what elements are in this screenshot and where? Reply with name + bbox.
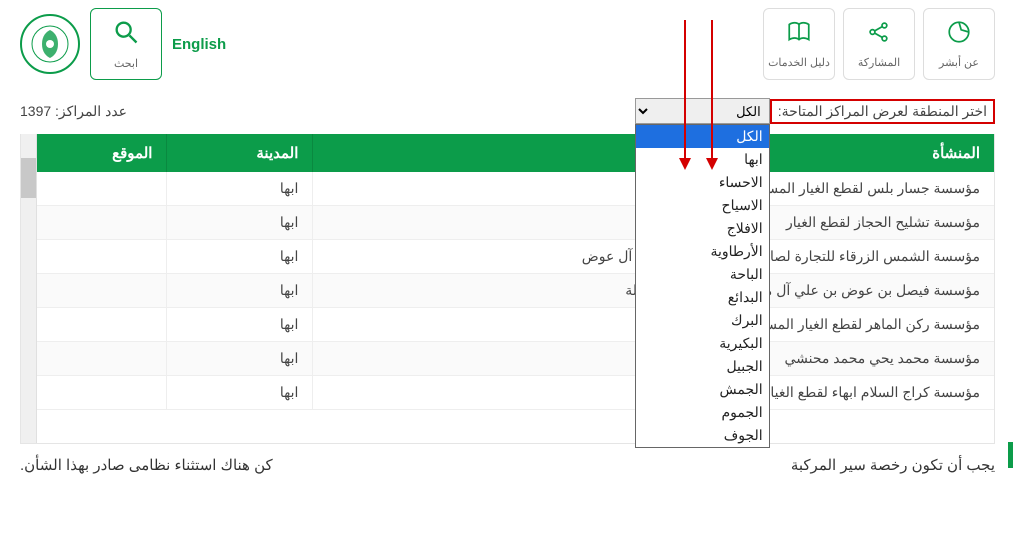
col-header-owner	[313, 134, 683, 172]
region-option[interactable]: الجموم	[636, 401, 769, 424]
cell-city: ابها	[167, 172, 313, 206]
cell-owner	[313, 342, 683, 376]
cell-city: ابها	[167, 274, 313, 308]
region-option[interactable]: الأرطاوية	[636, 240, 769, 263]
search-label: ابحث	[114, 57, 138, 70]
region-option[interactable]: البرك	[636, 309, 769, 332]
services-guide-button[interactable]: دليل الخدمات	[763, 8, 835, 80]
cell-owner: محمد آل عوض	[313, 240, 683, 274]
cell-owner: ستعملة	[313, 274, 683, 308]
centers-table-wrap: المنشأة المدينة الموقع مؤسسة جسار بلس لق…	[20, 134, 995, 444]
table-header-row: المنشأة المدينة الموقع	[21, 134, 994, 172]
cell-location	[21, 206, 167, 240]
search-button[interactable]: ابحث	[90, 8, 162, 80]
cell-owner	[313, 308, 683, 342]
region-select-wrap: الكل الكلابهاالاحساءالاسياحالافلاجالأرطا…	[635, 98, 770, 124]
header-search-group: English ابحث	[20, 8, 236, 80]
footer-note-right: يجب أن تكون رخصة سير المركبة	[791, 456, 995, 474]
table-row: مؤسسة كراج السلام ابهاء لقطع الغيارابها	[21, 376, 994, 410]
main-content: اختر المنطقة لعرض المراكز المتاحة: الكل …	[0, 88, 1015, 474]
col-header-city: المدينة	[167, 134, 313, 172]
cell-location	[21, 376, 167, 410]
participation-button[interactable]: المشاركة	[843, 8, 915, 80]
centers-count: عدد المراكز: 1397	[20, 103, 127, 120]
cell-owner	[313, 376, 683, 410]
region-option[interactable]: البكيرية	[636, 332, 769, 355]
col-header-location: الموقع	[21, 134, 167, 172]
region-filter-label: اختر المنطقة لعرض المراكز المتاحة:	[770, 99, 995, 124]
cell-location	[21, 172, 167, 206]
centers-table: المنشأة المدينة الموقع مؤسسة جسار بلس لق…	[21, 134, 994, 410]
region-option[interactable]: الكل	[636, 125, 769, 148]
cell-city: ابها	[167, 240, 313, 274]
nav-label: دليل الخدمات	[768, 56, 830, 69]
footer-note-left: كن هناك استثناء نظامى صادر بهذا الشأن.	[20, 456, 273, 474]
nav-label: المشاركة	[858, 56, 900, 69]
region-select[interactable]: الكل	[635, 98, 770, 124]
nav-label: عن أبشر	[939, 56, 979, 69]
cell-city: ابها	[167, 342, 313, 376]
region-option[interactable]: الجبيل	[636, 355, 769, 378]
region-option[interactable]: الاحساء	[636, 171, 769, 194]
top-header: عن أبشر المشاركة دليل الخدمات English اب…	[0, 0, 1015, 88]
cell-owner	[313, 172, 683, 206]
logo	[20, 14, 80, 74]
cell-city: ابها	[167, 206, 313, 240]
book-icon	[786, 19, 812, 52]
table-row: مؤسسة الشمس الزرقاء للتجارة لصاحبهامحمد …	[21, 240, 994, 274]
region-option[interactable]: الجوف	[636, 424, 769, 447]
scrollbar-thumb[interactable]	[21, 158, 36, 198]
filter-bar: اختر المنطقة لعرض المراكز المتاحة: الكل …	[20, 88, 995, 134]
cursor-icon	[946, 19, 972, 52]
cell-location	[21, 308, 167, 342]
region-option[interactable]: الباحة	[636, 263, 769, 286]
search-icon	[112, 18, 140, 53]
region-option[interactable]: الاسياح	[636, 194, 769, 217]
table-row: مؤسسة فيصل بن عوض بن علي آل مشببستعملةاب…	[21, 274, 994, 308]
table-row: مؤسسة جسار بلس لقطع الغيار المستعملةابها	[21, 172, 994, 206]
region-option[interactable]: البدائع	[636, 286, 769, 309]
cell-location	[21, 274, 167, 308]
region-option[interactable]: ابها	[636, 148, 769, 171]
table-row: مؤسسة محمد يحي محمد محنشيابها	[21, 342, 994, 376]
cell-owner	[313, 206, 683, 240]
region-dropdown[interactable]: الكلابهاالاحساءالاسياحالافلاجالأرطاويةال…	[635, 124, 770, 448]
table-row: مؤسسة تشليح الحجاز لقطع الغيارابها	[21, 206, 994, 240]
region-option[interactable]: الجمش	[636, 378, 769, 401]
english-link[interactable]: English	[172, 36, 226, 53]
share-icon	[866, 19, 892, 52]
table-scrollbar[interactable]	[21, 134, 37, 443]
table-row: مؤسسة ركن الماهر لقطع الغيار المستعملةاب…	[21, 308, 994, 342]
cell-location	[21, 240, 167, 274]
cell-location	[21, 342, 167, 376]
header-nav-group: عن أبشر المشاركة دليل الخدمات	[763, 8, 995, 80]
footer-notes: يجب أن تكون رخصة سير المركبة كن هناك است…	[20, 444, 995, 474]
cell-city: ابها	[167, 308, 313, 342]
region-option[interactable]: الافلاج	[636, 217, 769, 240]
cell-city: ابها	[167, 376, 313, 410]
accent-bar	[1008, 442, 1013, 468]
about-absher-button[interactable]: عن أبشر	[923, 8, 995, 80]
